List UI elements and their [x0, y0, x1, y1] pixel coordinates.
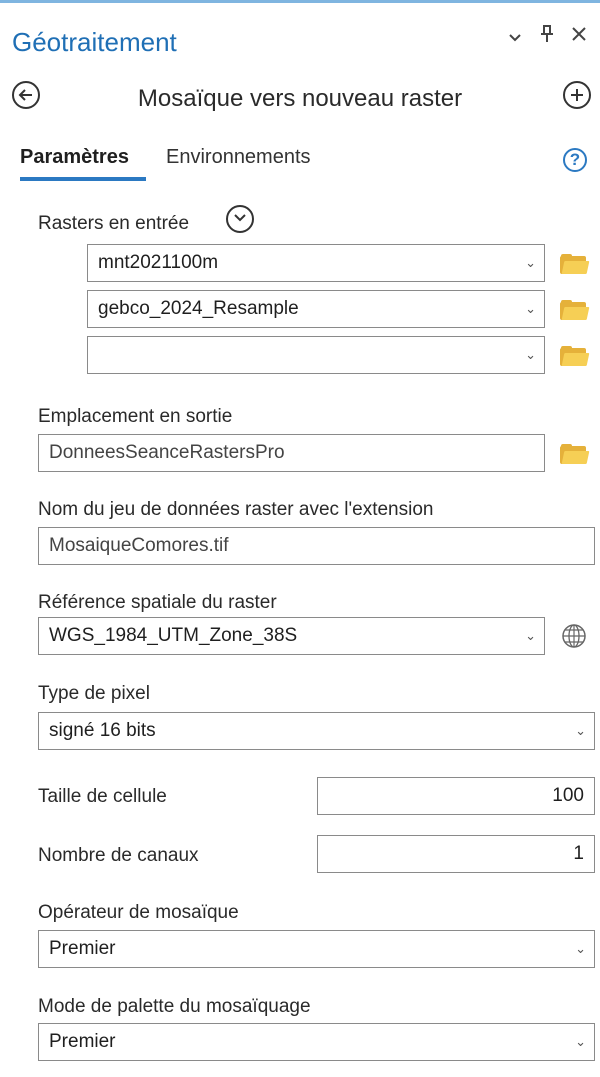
band-count-field[interactable]: 1 — [317, 835, 595, 873]
tab-bar: Paramètres Environnements ? — [0, 140, 600, 184]
input-raster-2[interactable]: gebco_2024_Resample ⌄ — [87, 290, 545, 328]
chevron-down-icon: ⌄ — [575, 723, 586, 738]
active-tab-underline — [20, 177, 146, 181]
folder-icon[interactable] — [560, 300, 590, 320]
pixel-type-dropdown[interactable]: signé 16 bits ⌄ — [38, 712, 595, 750]
colormap-mode-label: Mode de palette du mosaïquage — [38, 996, 311, 1017]
pane-header: Géotraitement — [0, 3, 600, 73]
pane-title: Géotraitement — [12, 27, 177, 57]
spatial-reference-dropdown[interactable]: WGS_1984_UTM_Zone_38S ⌄ — [38, 617, 545, 655]
cell-size-label: Taille de cellule — [38, 786, 167, 807]
tool-title: Mosaïque vers nouveau raster — [137, 85, 463, 112]
mosaic-operator-dropdown[interactable]: Premier ⌄ — [38, 930, 595, 968]
dataset-name-label: Nom du jeu de données raster avec l'exte… — [38, 499, 434, 520]
folder-icon[interactable] — [560, 346, 590, 366]
input-raster-1[interactable]: mnt2021100m ⌄ — [87, 244, 545, 282]
chevron-down-icon: ⌄ — [525, 347, 536, 362]
spatial-reference-value: WGS_1984_UTM_Zone_38S — [49, 625, 298, 646]
input-rasters-label: Rasters en entrée — [38, 213, 190, 234]
colormap-mode-dropdown[interactable]: Premier ⌄ — [38, 1023, 595, 1061]
input-raster-3[interactable]: ⌄ — [87, 336, 545, 374]
dataset-name-field[interactable]: MosaiqueComores.tif — [38, 527, 595, 565]
mosaic-operator-label: Opérateur de mosaïque — [38, 902, 239, 923]
chevron-down-icon: ⌄ — [525, 301, 536, 316]
band-count-label: Nombre de canaux — [38, 845, 199, 866]
folder-icon[interactable] — [560, 444, 590, 464]
chevron-down-icon: ⌄ — [525, 628, 536, 643]
output-location-field[interactable]: DonneesSeanceRastersPro — [38, 434, 545, 472]
input-raster-1-value: mnt2021100m — [98, 252, 219, 273]
cell-size-field[interactable]: 100 — [317, 777, 595, 815]
chevron-down-icon: ⌄ — [525, 255, 536, 270]
pin-icon[interactable] — [540, 25, 554, 49]
close-icon[interactable] — [570, 25, 588, 49]
globe-icon[interactable] — [561, 623, 587, 649]
spatial-reference-label: Référence spatiale du raster — [38, 592, 277, 613]
tool-row: Mosaïque vers nouveau raster — [0, 73, 600, 119]
pixel-type-label: Type de pixel — [38, 683, 150, 704]
chevron-down-icon: ⌄ — [575, 1034, 586, 1049]
tab-parametres[interactable]: Paramètres — [20, 146, 129, 169]
add-icon[interactable] — [563, 81, 591, 109]
pixel-type-value: signé 16 bits — [49, 720, 156, 741]
output-location-label: Emplacement en sortie — [38, 406, 233, 427]
tab-environnements[interactable]: Environnements — [166, 146, 311, 169]
chevron-down-icon: ⌄ — [575, 941, 586, 956]
pane-options-icon[interactable] — [508, 25, 522, 49]
colormap-mode-value: Premier — [49, 1031, 116, 1052]
mosaic-operator-value: Premier — [49, 938, 116, 959]
input-raster-2-value: gebco_2024_Resample — [98, 298, 299, 319]
folder-icon[interactable] — [560, 254, 590, 274]
help-icon[interactable]: ? — [563, 148, 587, 172]
expand-circle-icon[interactable] — [226, 205, 254, 233]
